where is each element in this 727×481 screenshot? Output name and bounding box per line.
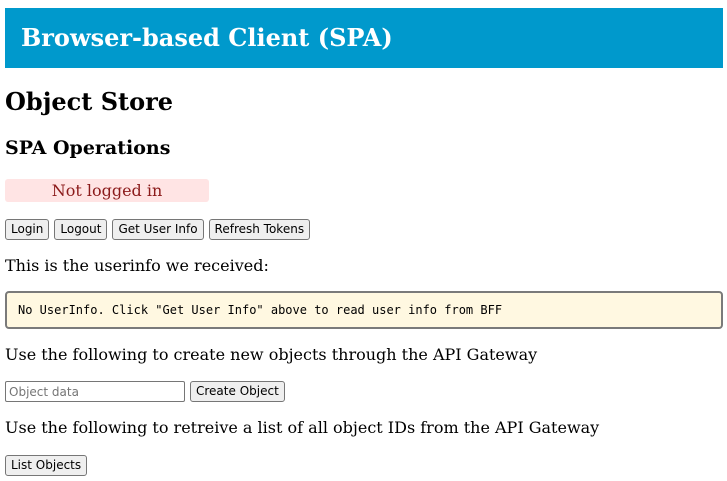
create-intro: Use the following to create new objects … xyxy=(5,345,538,364)
app-title: Browser-based Client (SPA) xyxy=(21,23,393,52)
userinfo-box: No UserInfo. Click "Get User Info" above… xyxy=(5,291,723,329)
login-button[interactable]: Login xyxy=(5,219,50,240)
list-button-row: List Objects xyxy=(5,455,88,476)
refresh-tokens-button[interactable]: Refresh Tokens xyxy=(208,219,311,240)
get-user-info-button[interactable]: Get User Info xyxy=(112,219,204,240)
userinfo-intro: This is the userinfo we received: xyxy=(5,256,269,275)
list-objects-button[interactable]: List Objects xyxy=(5,455,88,476)
auth-button-row: Login Logout Get User Info Refresh Token… xyxy=(5,219,311,240)
page-title: Object Store xyxy=(5,87,174,116)
create-object-form: Create Object xyxy=(5,381,285,402)
list-intro: Use the following to retreive a list of … xyxy=(5,418,600,437)
create-object-button[interactable]: Create Object xyxy=(190,381,285,402)
object-data-input[interactable] xyxy=(5,381,185,402)
logout-button[interactable]: Logout xyxy=(54,219,108,240)
header-banner: Browser-based Client (SPA) xyxy=(5,8,723,68)
section-title: SPA Operations xyxy=(5,137,171,159)
login-status-badge: Not logged in xyxy=(5,179,209,202)
